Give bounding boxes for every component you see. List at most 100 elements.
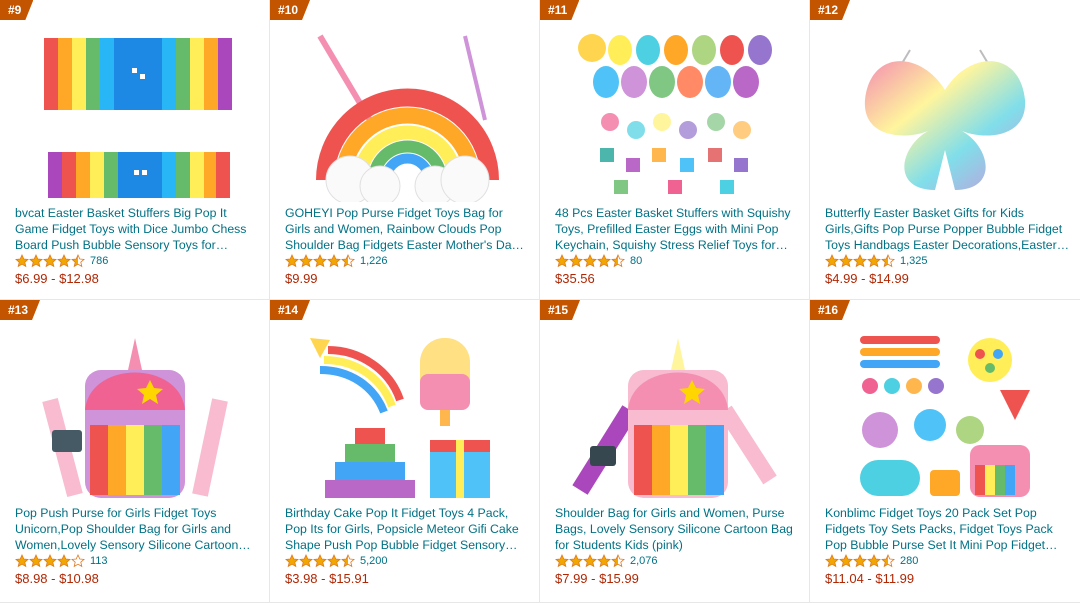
product-image[interactable]	[30, 30, 240, 202]
product-card: #13 Pop Push Purse for Girls Fidget Toys…	[0, 300, 270, 603]
product-card: #9 bvcat Easter Basket Stuffers Big Pop …	[0, 0, 270, 300]
star-icon	[71, 254, 85, 268]
star-icon	[825, 554, 839, 568]
product-title-link[interactable]: Konblimc Fidget Toys 20 Pack Set Pop Fid…	[825, 505, 1070, 553]
star-icon	[341, 254, 355, 268]
price: $7.99 - $15.99	[555, 571, 639, 586]
product-image[interactable]	[30, 330, 240, 502]
star-icon	[569, 554, 583, 568]
product-title-link[interactable]: Pop Push Purse for Girls Fidget Toys Uni…	[15, 505, 259, 553]
star-icon	[341, 554, 355, 568]
rank-badge: #13	[0, 300, 40, 320]
star-icon	[313, 554, 327, 568]
rating[interactable]: 113	[15, 554, 108, 568]
star-icon	[299, 254, 313, 268]
rating[interactable]: 1,226	[285, 254, 388, 268]
unicorn-bag-image	[42, 338, 228, 498]
chess-board-image	[44, 38, 232, 198]
review-count[interactable]: 80	[630, 255, 642, 267]
price: $35.56	[555, 271, 595, 286]
star-icon	[43, 254, 57, 268]
star-icon	[583, 554, 597, 568]
bestsellers-grid: #9 bvcat Easter Basket Stuffers Big Pop …	[0, 0, 1080, 603]
star-icon	[57, 254, 71, 268]
star-icon	[597, 254, 611, 268]
review-count[interactable]: 280	[900, 555, 918, 567]
product-title-link[interactable]: Birthday Cake Pop It Fidget Toys 4 Pack,…	[285, 505, 529, 553]
price: $4.99 - $14.99	[825, 271, 909, 286]
review-count[interactable]: 786	[90, 255, 108, 267]
star-icon	[583, 254, 597, 268]
unicorn-shoulder-bag-image	[572, 338, 777, 498]
product-card: #12 Butterfly Easter Basket Gifts for Ki…	[810, 0, 1080, 300]
star-icon	[15, 554, 29, 568]
rainbow-purse-image	[316, 34, 499, 202]
star-icon	[327, 554, 341, 568]
rank-badge: #12	[810, 0, 850, 20]
product-image[interactable]	[300, 330, 510, 502]
star-icon	[597, 554, 611, 568]
product-title-link[interactable]: bvcat Easter Basket Stuffers Big Pop It …	[15, 205, 259, 253]
product-title-link[interactable]: 48 Pcs Easter Basket Stuffers with Squis…	[555, 205, 799, 253]
star-icon	[15, 254, 29, 268]
star-rating-icon	[825, 554, 895, 568]
product-title-link[interactable]: Butterfly Easter Basket Gifts for Kids G…	[825, 205, 1070, 253]
price: $8.98 - $10.98	[15, 571, 99, 586]
star-rating-icon	[15, 554, 85, 568]
rank-badge: #16	[810, 300, 850, 320]
rank-badge: #11	[540, 0, 579, 20]
star-icon	[611, 254, 625, 268]
rating[interactable]: 2,076	[555, 554, 658, 568]
star-icon	[29, 254, 43, 268]
cake-popsicle-image	[310, 338, 490, 498]
price: $11.04 - $11.99	[825, 571, 915, 586]
star-icon	[881, 254, 895, 268]
product-image[interactable]	[570, 30, 780, 202]
rank-badge: #14	[270, 300, 310, 320]
rating[interactable]: 786	[15, 254, 108, 268]
review-count[interactable]: 1,325	[900, 255, 928, 267]
star-icon	[611, 554, 625, 568]
rating[interactable]: 5,200	[285, 554, 388, 568]
star-icon	[71, 554, 85, 568]
rating[interactable]: 80	[555, 254, 642, 268]
star-icon	[327, 254, 341, 268]
product-card: #10 GOHEYI Pop Purse Fidget Toys Bag for…	[270, 0, 540, 300]
star-icon	[881, 554, 895, 568]
product-title-link[interactable]: GOHEYI Pop Purse Fidget Toys Bag for Gir…	[285, 205, 529, 253]
review-count[interactable]: 5,200	[360, 555, 388, 567]
price: $6.99 - $12.98	[15, 271, 99, 286]
star-rating-icon	[285, 254, 355, 268]
star-icon	[839, 554, 853, 568]
star-icon	[867, 254, 881, 268]
product-card: #11 48 Pcs Easter Basket Stuffers with S…	[540, 0, 810, 300]
product-image[interactable]	[570, 330, 780, 502]
rank-badge: #10	[270, 0, 310, 20]
star-icon	[839, 254, 853, 268]
product-card: #15 Shoulder Bag for Girls and Women, Pu…	[540, 300, 810, 603]
star-icon	[29, 554, 43, 568]
review-count[interactable]: 113	[90, 555, 108, 567]
review-count[interactable]: 1,226	[360, 255, 388, 267]
butterfly-purse-image	[864, 49, 1026, 190]
product-image[interactable]	[840, 330, 1050, 502]
price: $9.99	[285, 271, 318, 286]
product-card: #16 Konblimc Fidget Toys 20 Pack Set Pop…	[810, 300, 1080, 603]
rank-badge: #15	[540, 300, 580, 320]
star-icon	[867, 554, 881, 568]
rank-badge: #9	[0, 0, 33, 20]
rating[interactable]: 1,325	[825, 254, 928, 268]
star-rating-icon	[825, 254, 895, 268]
product-image[interactable]	[300, 30, 510, 202]
product-image[interactable]	[840, 30, 1050, 202]
star-icon	[299, 554, 313, 568]
fidget-set-image	[860, 336, 1030, 497]
star-icon	[555, 554, 569, 568]
rating[interactable]: 280	[825, 554, 918, 568]
review-count[interactable]: 2,076	[630, 555, 658, 567]
product-title-link[interactable]: Shoulder Bag for Girls and Women, Purse …	[555, 505, 799, 553]
price: $3.98 - $15.91	[285, 571, 369, 586]
star-icon	[555, 254, 569, 268]
product-card: #14 Birthday Cake Pop It Fidget Toys 4 P…	[270, 300, 540, 603]
star-icon	[853, 254, 867, 268]
